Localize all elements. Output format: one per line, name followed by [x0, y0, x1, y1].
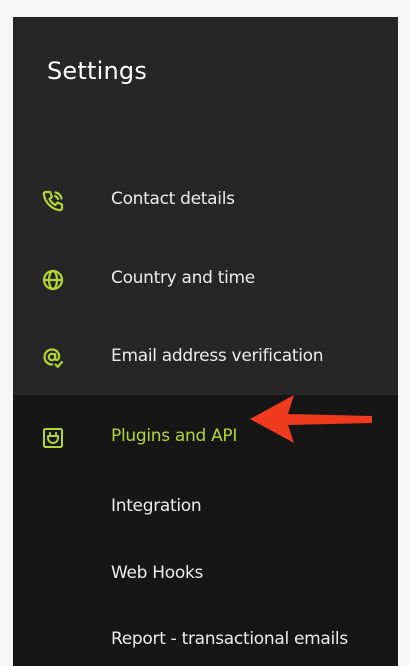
sidebar-subitem-integration[interactable]: Integration	[111, 496, 202, 516]
annotation-arrow-icon	[250, 395, 372, 443]
sidebar-item-country-and-time[interactable]: Country and time	[13, 266, 398, 294]
sidebar-item-label: Country and time	[111, 268, 255, 288]
sidebar-subitem-web-hooks[interactable]: Web Hooks	[111, 563, 203, 583]
sidebar-item-label: Email address verification	[111, 346, 324, 366]
phone-icon	[41, 189, 65, 213]
sidebar-item-label: Plugins and API	[111, 426, 238, 446]
settings-sidebar: Settings Contact details Country and tim…	[13, 17, 398, 666]
sidebar-title: Settings	[47, 57, 148, 85]
sidebar-item-email-verification[interactable]: Email address verification	[13, 344, 398, 372]
sidebar-item-contact-details[interactable]: Contact details	[13, 187, 398, 215]
sidebar-item-label: Contact details	[111, 189, 235, 209]
at-check-icon	[41, 346, 65, 370]
plugin-icon	[41, 426, 65, 450]
globe-icon	[41, 268, 65, 292]
sidebar-subitem-report-transactional-emails[interactable]: Report - transactional emails	[111, 629, 348, 649]
